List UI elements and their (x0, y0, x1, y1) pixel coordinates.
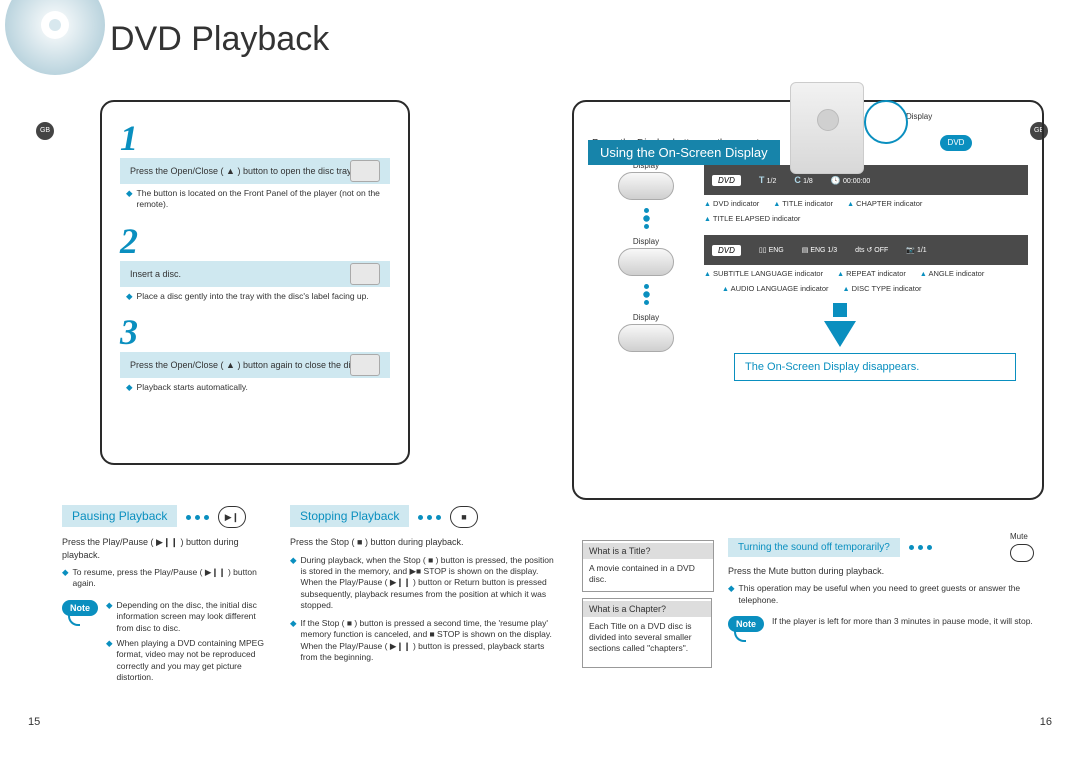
step-3-box: Press the Open/Close ( ▲ ) button again … (120, 352, 390, 378)
remote-control-icon (790, 82, 864, 174)
repeat-icon: ↺ (866, 247, 872, 254)
pausing-p1: Press the Play/Pause ( ▶❙❙ ) button duri… (62, 536, 272, 560)
osd-section-header: Using the On-Screen Display (588, 140, 780, 165)
title-value: 1/2 (767, 178, 777, 185)
stopping-playback-section: Stopping Playback ■ Press the Stop ( ■ )… (290, 505, 560, 664)
step-3-text: Press the Open/Close ( ▲ ) button again … (130, 360, 379, 370)
what-is-chapter-box: What is a Chapter? Each Title on a DVD d… (582, 598, 712, 668)
what-is-chapter-a: Each Title on a DVD disc is divided into… (583, 621, 711, 654)
stopping-head: Stopping Playback (290, 505, 409, 527)
step-2-number: 2 (120, 223, 390, 259)
stopping-p1: Press the Stop ( ■ ) button during playb… (290, 536, 560, 548)
note-badge: Note (62, 600, 98, 616)
elapsed-time: 00:00:00 (843, 178, 870, 185)
stopping-b2: If the Stop ( ■ ) button is pressed a se… (301, 618, 560, 664)
display-button-icon-2 (618, 248, 674, 276)
dvd-logo-icon-2: DVD (712, 245, 741, 256)
subtitle-icon: ▤ (802, 247, 809, 254)
mute-section: Turning the sound off temporarily? Press… (728, 538, 1036, 632)
dolby-icon: ▯▯ (759, 247, 767, 254)
step-3-number: 3 (120, 314, 390, 350)
indicator-row-1: ▲ DVD indicator ▲ TITLE indicator ▲ CHAP… (704, 199, 1028, 223)
display-button-icon (618, 172, 674, 200)
audio-indicator-label: AUDIO LANGUAGE indicator (731, 284, 829, 293)
page-number-right: 16 (1040, 716, 1052, 728)
step-1-box: Press the Open/Close ( ▲ ) button to ope… (120, 158, 390, 184)
dts-icon: dts (855, 247, 864, 254)
display-label-2: Display (633, 237, 659, 246)
tray-button-icon (350, 160, 380, 182)
note-badge-2: Note (728, 616, 764, 632)
repeat-state: OFF (874, 247, 888, 254)
osd-disappear-box: The On-Screen Display disappears. (734, 353, 1016, 381)
display-button-icon-3 (618, 324, 674, 352)
down-arrow-icon (824, 303, 856, 347)
stop-icon: ■ (450, 506, 478, 528)
step-3-bullet: Playback starts automatically. (137, 382, 248, 393)
elapsed-indicator-label: TITLE ELAPSED indicator (713, 214, 801, 223)
clock-icon: 🕓 (831, 176, 841, 185)
mute-head: Turning the sound off temporarily? (728, 538, 900, 557)
step-2-text: Insert a disc. (130, 269, 181, 279)
what-is-title-q: What is a Title? (583, 543, 713, 559)
subtitle-indicator-label: SUBTITLE LANGUAGE indicator (713, 269, 823, 278)
step-2-bullet: Place a disc gently into the tray with t… (137, 291, 369, 302)
title-indicator-label: TITLE indicator (782, 199, 833, 208)
audio-lang: ENG (769, 247, 784, 254)
dvd-badge: DVD (940, 135, 972, 151)
step-1-text: Press the Open/Close ( ▲ ) button to ope… (130, 166, 353, 176)
display-label-3: Display (633, 313, 659, 322)
mute-b1: This operation may be useful when you ne… (739, 583, 1036, 606)
chapter-value: 1/8 (803, 178, 813, 185)
pausing-head: Pausing Playback (62, 505, 177, 527)
disc-indicator-label: DISC TYPE indicator (852, 284, 922, 293)
angle-indicator-label: ANGLE indicator (928, 269, 984, 278)
step-1-number: 1 (120, 120, 390, 156)
chapter-indicator-label: CHAPTER indicator (856, 199, 922, 208)
mute-p1: Press the Mute button during playback. (728, 565, 1036, 577)
angle-icon: 📷 (906, 247, 915, 254)
playback-steps-card: 1 Press the Open/Close ( ▲ ) button to o… (100, 100, 410, 465)
display-button-highlight-icon (864, 100, 908, 144)
tray-button-icon-2 (350, 354, 380, 376)
dvd-indicator-label: DVD indicator (713, 199, 759, 208)
what-is-title-a: A movie contained in a DVD disc. (583, 563, 713, 585)
repeat-indicator-label: REPEAT indicator (846, 269, 906, 278)
stopping-b1: During playback, when the Stop ( ■ ) but… (301, 555, 560, 612)
mute-note: If the player is left for more than 3 mi… (772, 616, 1036, 627)
angle-value: 1/1 (917, 247, 927, 254)
chapter-letter: C (794, 175, 801, 185)
indicator-row-2: ▲ SUBTITLE LANGUAGE indicator ▲ REPEAT i… (704, 269, 1028, 293)
osd-bar-2: DVD ▯▯ ENG ▤ ENG 1/3 dts ↺ OFF 📷 1/1 (704, 235, 1028, 265)
what-is-chapter-q: What is a Chapter? (583, 601, 711, 617)
what-is-title-box: What is a Title? A movie contained in a … (582, 540, 714, 592)
osd-bar-1: DVD T 1/2 C 1/8 🕓 00:00:00 (704, 165, 1028, 195)
disc-tray-icon (350, 263, 380, 285)
display-press-sequence: Display Display Display (588, 155, 704, 360)
pausing-b1: To resume, press the Play/Pause ( ▶❙❙ ) … (73, 567, 272, 590)
disc-decoration-icon (0, 0, 110, 90)
page-title: DVD Playback (110, 20, 329, 59)
subtitle-lang: ENG 1/3 (810, 247, 837, 254)
step-1-bullet: The button is located on the Front Panel… (137, 188, 384, 211)
title-letter: T (759, 175, 765, 185)
step-2-box: Insert a disc. (120, 261, 390, 287)
pausing-n1: Depending on the disc, the initial disc … (117, 600, 272, 634)
pausing-playback-section: Pausing Playback ▶❙ Press the Play/Pause… (62, 505, 272, 684)
pausing-n2: When playing a DVD containing MPEG forma… (117, 638, 272, 684)
play-pause-icon: ▶❙ (218, 506, 246, 528)
region-badge-left: GB (36, 122, 54, 140)
dvd-logo-icon: DVD (712, 175, 741, 186)
page-number-left: 15 (28, 716, 40, 728)
